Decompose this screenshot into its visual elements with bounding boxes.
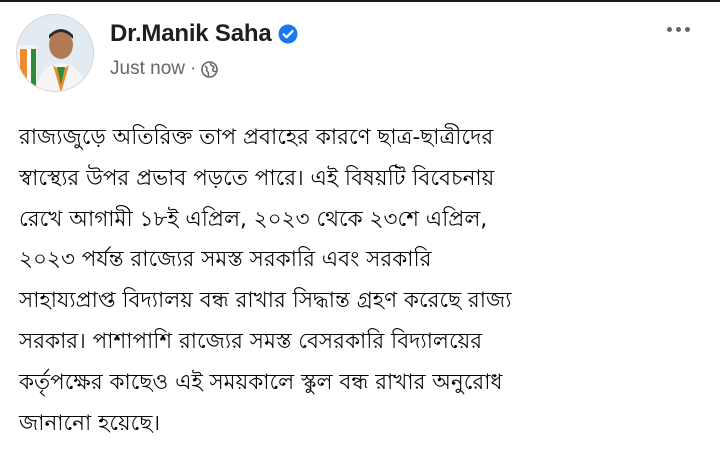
body-line: স্বাস্থ্যের উপর প্রভাব পড়তে পারে। এই বি… — [19, 165, 495, 191]
body-line: জানানো হয়েছে। — [19, 410, 161, 436]
time-row: Just now · — [110, 58, 298, 80]
author-name[interactable]: Dr.Manik Saha — [110, 20, 272, 48]
timestamp[interactable]: Just now — [110, 58, 185, 80]
body-line: ২০২৩ পর্যন্ত রাজ্যের সমস্ত সরকারি এবং সর… — [19, 247, 432, 273]
verified-badge-icon — [278, 24, 298, 44]
dot — [676, 27, 681, 32]
globe-icon[interactable] — [201, 60, 219, 78]
body-line: সাহায্যপ্রাপ্ত বিদ্যালয় বন্ধ রাখার সিদ্… — [19, 288, 512, 314]
post-body: রাজ্যজুড়ে অতিরিক্ত তাপ প্রবাহের কারণে ছ… — [19, 118, 709, 444]
more-options-icon[interactable] — [667, 27, 690, 32]
body-line: সরকার। পাশাপাশি রাজ্যের সমস্ত বেসরকারি ব… — [19, 328, 483, 354]
dot — [685, 27, 690, 32]
profile-photo — [17, 15, 93, 91]
avatar[interactable] — [16, 14, 94, 92]
body-line: কর্তৃপক্ষের কাছেও এই সময়কালে স্কুল বন্ধ… — [19, 369, 503, 395]
body-line: রাজ্যজুড়ে অতিরিক্ত তাপ প্রবাহের কারণে ছ… — [19, 125, 494, 150]
body-line: রেখে আগামী ১৮ই এপ্রিল, ২০২৩ থেকে ২৩শে এপ… — [19, 206, 488, 232]
separator: · — [189, 58, 197, 79]
facebook-post: Dr.Manik Saha Just now · রাজ্যজুড়ে অতির… — [0, 0, 720, 457]
post-header: Dr.Manik Saha Just now · — [16, 14, 298, 92]
dot — [667, 27, 672, 32]
top-border — [0, 0, 720, 2]
name-row: Dr.Manik Saha — [110, 20, 298, 48]
post-meta: Dr.Manik Saha Just now · — [110, 20, 298, 80]
